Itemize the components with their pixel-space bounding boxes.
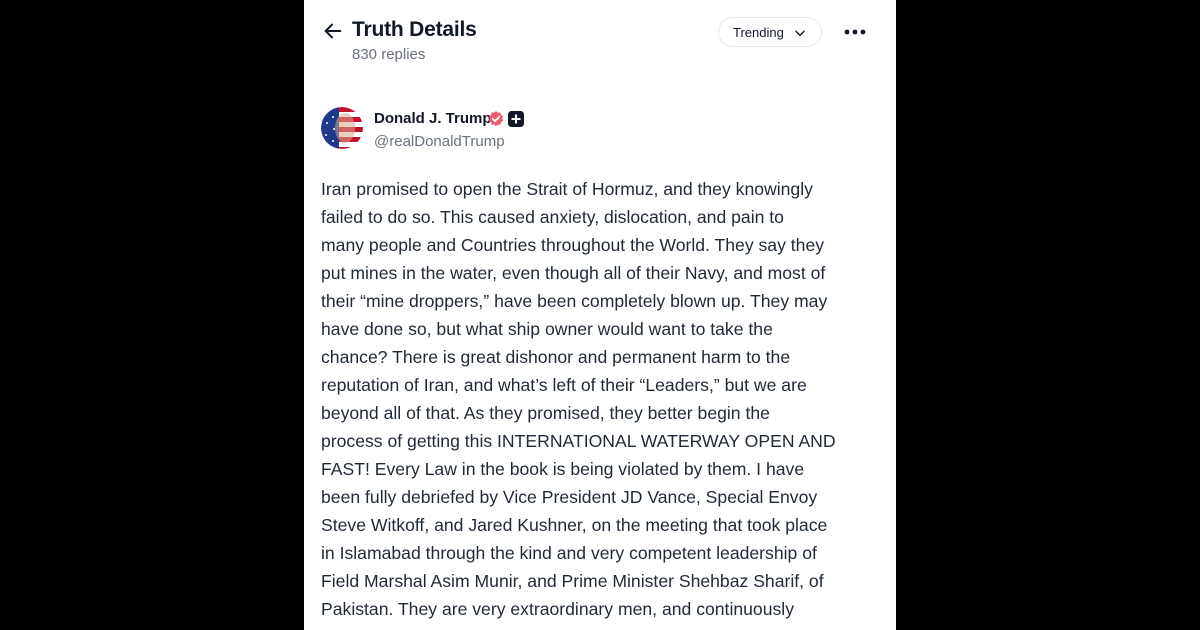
- post-line: many people and Countries throughout the…: [321, 235, 825, 255]
- post-line: process of getting this INTERNATIONAL WA…: [321, 431, 836, 451]
- post-body: Iran promised to open the Strait of Horm…: [321, 175, 881, 623]
- post-line: FAST! Every Law in the book is being vio…: [321, 459, 805, 479]
- post-line: Pakistan. They are very extraordinary me…: [321, 599, 794, 619]
- post-line: have done so, but what ship owner would …: [321, 319, 773, 339]
- more-horizontal-icon: [844, 29, 866, 35]
- avatar-image: [321, 107, 363, 149]
- post-line: been fully debriefed by Vice President J…: [321, 487, 818, 507]
- author-name[interactable]: Donald J. Trump: [374, 110, 492, 127]
- back-button[interactable]: [320, 18, 346, 44]
- page-title: Truth Details: [352, 18, 477, 41]
- truth-details-panel: Truth Details 830 replies Trending Donal…: [304, 0, 896, 630]
- post-line: beyond all of that. As they promised, th…: [321, 403, 770, 423]
- plus-badge-icon: [508, 111, 524, 127]
- post-line: Steve Witkoff, and Jared Kushner, on the…: [321, 515, 828, 535]
- more-options-button[interactable]: [840, 20, 870, 44]
- sort-dropdown-label: Trending: [733, 24, 784, 40]
- verified-badge-icon: [488, 111, 504, 127]
- post-line: reputation of Iran, and what’s left of t…: [321, 375, 807, 395]
- author-handle[interactable]: @realDonaldTrump: [374, 133, 505, 150]
- post-line: their “mine droppers,” have been complet…: [321, 291, 828, 311]
- post-line: chance? There is great dishonor and perm…: [321, 347, 791, 367]
- post-line: Field Marshal Asim Munir, and Prime Mini…: [321, 571, 824, 591]
- page-header: Truth Details 830 replies Trending: [304, 0, 896, 80]
- post-line: failed to do so. This caused anxiety, di…: [321, 207, 784, 227]
- post-line: Iran promised to open the Strait of Horm…: [321, 179, 813, 199]
- chevron-down-icon: [795, 30, 805, 37]
- post-line: in Islamabad through the kind and very c…: [321, 543, 817, 563]
- avatar[interactable]: [321, 107, 363, 149]
- post-line: put mines in the water, even though all …: [321, 263, 826, 283]
- sort-dropdown[interactable]: Trending: [718, 17, 822, 47]
- arrow-left-icon: [324, 23, 342, 39]
- reply-count: 830 replies: [352, 46, 426, 63]
